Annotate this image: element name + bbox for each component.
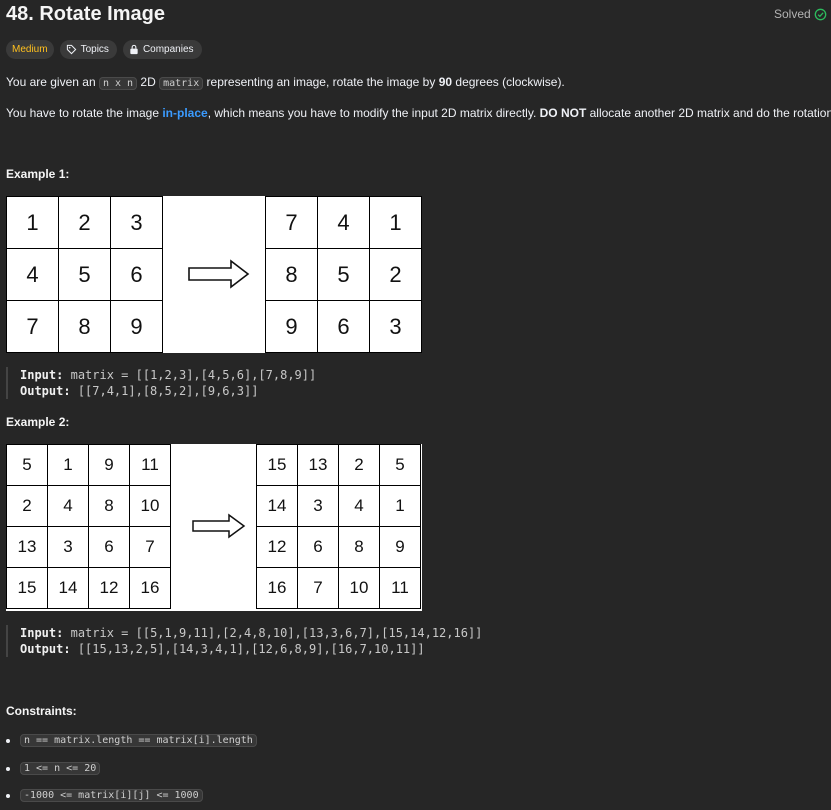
matrix-cell: 16 <box>257 568 298 609</box>
matrix-cell: 6 <box>318 301 370 353</box>
matrix-cell: 12 <box>89 568 130 609</box>
matrix-cell: 4 <box>7 249 59 301</box>
tag-row: Medium Topics Companies <box>6 40 202 59</box>
matrix-cell: 7 <box>7 301 59 353</box>
matrix-cell: 14 <box>257 486 298 527</box>
matrix-cell: 9 <box>89 445 130 486</box>
matrix-cell: 5 <box>59 249 111 301</box>
bullet-icon <box>6 738 10 743</box>
lock-icon <box>130 44 138 55</box>
matrix-cell: 9 <box>266 301 318 353</box>
matrix-cell: 3 <box>111 197 163 249</box>
matrix-cell: 6 <box>298 527 339 568</box>
constraint-item: -1000 <= matrix[i][j] <= 1000 <box>6 789 203 802</box>
matrix-cell: 10 <box>130 486 171 527</box>
difficulty-badge[interactable]: Medium <box>6 40 54 59</box>
example-1-input-grid: 123456789 <box>6 196 163 353</box>
tag-icon <box>66 44 76 55</box>
inline-code-n-x-n: n x n <box>98 77 138 90</box>
example-2-figure: 5 1 9 11 2 4 8 10 13 3 6 7 15 14 12 16 15 13 2 5 14 3 4 1 12 6 8 9… <box>6 444 422 611</box>
matrix-cell: 4 <box>48 486 89 527</box>
example-2-heading: Example 2: <box>6 415 70 429</box>
matrix-cell: 10 <box>339 568 380 609</box>
matrix-cell: 9 <box>111 301 163 353</box>
bullet-icon <box>6 766 10 771</box>
right-arrow-icon <box>188 259 250 289</box>
matrix-cell: 11 <box>380 568 421 609</box>
example-1-output-value: [[7,4,1],[8,5,2],[9,6,3]] <box>77 384 259 398</box>
matrix-cell: 15 <box>257 445 298 486</box>
description-paragraph-2: You have to rotate the image in-place, w… <box>6 106 831 120</box>
example-2-input-grid: 5 1 9 11 2 4 8 10 13 3 6 7 15 14 12 16 <box>6 444 171 609</box>
matrix-cell: 14 <box>48 568 89 609</box>
matrix-cell: 16 <box>130 568 171 609</box>
example-1-output-grid: 741852963 <box>265 196 422 353</box>
solved-label: Solved <box>774 7 811 21</box>
example-1-figure: 123456789 741852963 <box>6 196 422 353</box>
matrix-cell: 7 <box>298 568 339 609</box>
in-place-link[interactable]: in-place <box>162 106 207 120</box>
matrix-cell: 1 <box>380 486 421 527</box>
example-1-heading: Example 1: <box>6 167 70 181</box>
matrix-cell: 11 <box>130 445 171 486</box>
description-paragraph-1: You are given an n x n 2D matrix represe… <box>6 75 565 90</box>
matrix-cell: 15 <box>7 568 48 609</box>
matrix-cell: 8 <box>59 301 111 353</box>
bullet-icon <box>6 793 10 798</box>
example-1-io: Input: matrix = [[1,2,3],[4,5,6],[7,8,9]… <box>6 367 316 399</box>
matrix-cell: 3 <box>370 301 422 353</box>
problem-title: 48. Rotate Image <box>6 3 165 25</box>
matrix-cell: 2 <box>7 486 48 527</box>
check-circle-icon <box>814 8 827 20</box>
example-2-output-grid: 15 13 2 5 14 3 4 1 12 6 8 9 16 7 10 11 <box>256 444 421 609</box>
matrix-cell: 8 <box>339 527 380 568</box>
example-2-input-value: matrix = [[5,1,9,11],[2,4,8,10],[13,3,6,… <box>70 626 483 640</box>
companies-label: Companies <box>142 44 194 55</box>
matrix-cell: 4 <box>318 197 370 249</box>
constraint-item: 1 <= n <= 20 <box>6 762 101 775</box>
matrix-cell: 5 <box>380 445 421 486</box>
topics-button[interactable]: Topics <box>59 40 117 59</box>
companies-button[interactable]: Companies <box>122 40 202 59</box>
matrix-cell: 7 <box>130 527 171 568</box>
right-arrow-icon <box>192 513 246 539</box>
matrix-cell: 5 <box>7 445 48 486</box>
matrix-cell: 7 <box>266 197 318 249</box>
matrix-cell: 13 <box>7 527 48 568</box>
matrix-cell: 9 <box>380 527 421 568</box>
matrix-cell: 6 <box>89 527 130 568</box>
matrix-cell: 5 <box>318 249 370 301</box>
matrix-cell: 2 <box>59 197 111 249</box>
matrix-cell: 2 <box>339 445 380 486</box>
matrix-cell: 3 <box>298 486 339 527</box>
matrix-cell: 8 <box>89 486 130 527</box>
constraints-heading: Constraints: <box>6 704 77 718</box>
matrix-cell: 13 <box>298 445 339 486</box>
example-2-io: Input: matrix = [[5,1,9,11],[2,4,8,10],[… <box>6 625 482 657</box>
inline-code-matrix: matrix <box>159 77 204 90</box>
matrix-cell: 6 <box>111 249 163 301</box>
matrix-cell: 4 <box>339 486 380 527</box>
matrix-cell: 8 <box>266 249 318 301</box>
topics-label: Topics <box>80 44 109 55</box>
matrix-cell: 12 <box>257 527 298 568</box>
matrix-cell: 1 <box>7 197 59 249</box>
example-2-output-value: [[15,13,2,5],[14,3,4,1],[12,6,8,9],[16,7… <box>77 642 425 656</box>
matrix-cell: 2 <box>370 249 422 301</box>
solved-status: Solved <box>774 7 827 21</box>
matrix-cell: 1 <box>370 197 422 249</box>
matrix-cell: 3 <box>48 527 89 568</box>
example-1-input-value: matrix = [[1,2,3],[4,5,6],[7,8,9]] <box>70 368 317 382</box>
matrix-cell: 1 <box>48 445 89 486</box>
constraint-item: n == matrix.length == matrix[i].length <box>6 734 257 747</box>
